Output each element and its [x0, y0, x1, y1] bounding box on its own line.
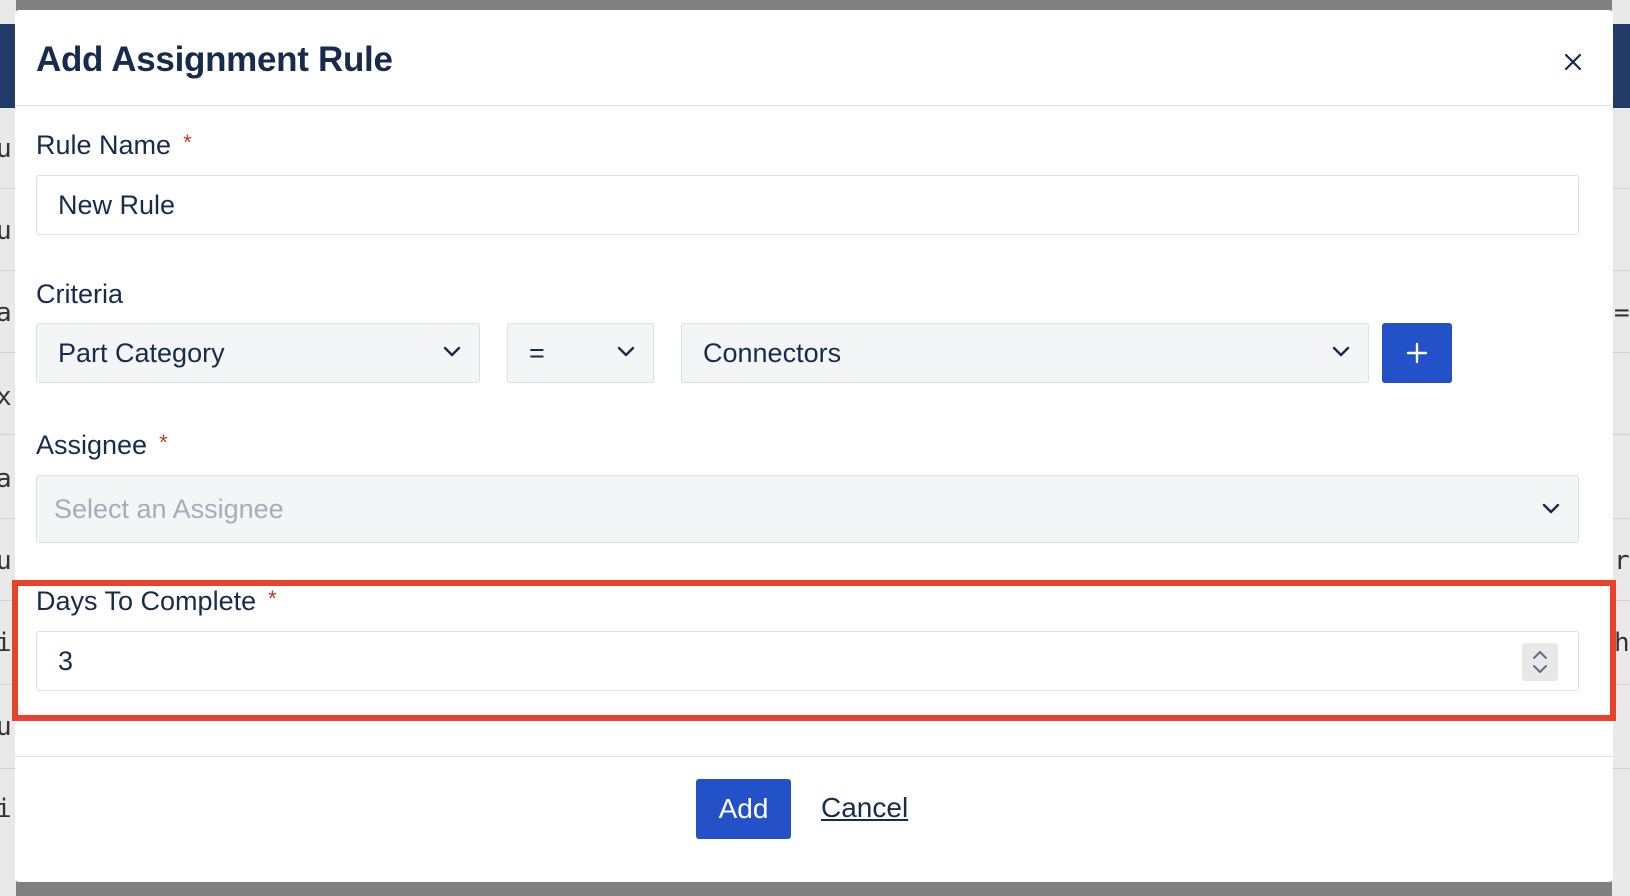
- rule-name-label-text: Rule Name: [36, 130, 172, 160]
- add-criteria-button[interactable]: [1382, 323, 1452, 383]
- chevron-down-icon: [617, 346, 635, 357]
- background-text: =: [1614, 298, 1630, 328]
- cancel-link[interactable]: Cancel: [821, 792, 908, 824]
- background-text: u: [0, 712, 12, 742]
- criteria-field-value: Part Category: [58, 337, 225, 368]
- close-icon[interactable]: [1561, 50, 1585, 74]
- chevron-down-icon: [1542, 503, 1560, 514]
- background-text: r: [1614, 546, 1630, 576]
- required-marker: *: [183, 130, 192, 155]
- days-to-complete-value: 3: [58, 645, 74, 676]
- number-stepper[interactable]: [1522, 643, 1558, 681]
- assignee-placeholder: Select an Assignee: [54, 493, 284, 524]
- add-assignment-rule-dialog: Add Assignment Rule Rule Name * New Rule …: [12, 10, 1616, 882]
- assignee-select[interactable]: Select an Assignee: [36, 475, 1579, 543]
- assignee-label: Assignee *: [36, 430, 168, 461]
- background-text: u: [0, 134, 12, 164]
- criteria-operator-select[interactable]: =: [507, 323, 654, 383]
- criteria-operator-value: =: [529, 337, 545, 368]
- criteria-label: Criteria: [36, 279, 124, 309]
- modal-footer: Add Cancel: [15, 756, 1613, 882]
- days-to-complete-label-text: Days To Complete: [36, 586, 257, 616]
- plus-icon: [1406, 342, 1428, 364]
- modal-title: Add Assignment Rule: [36, 40, 393, 79]
- background-text: x: [0, 382, 12, 412]
- background-text: h: [1614, 628, 1630, 658]
- chevron-down-icon: [443, 346, 461, 357]
- required-marker: *: [268, 586, 277, 611]
- rule-name-value: New Rule: [58, 189, 176, 220]
- background-text: i: [0, 794, 12, 824]
- background-header: [0, 24, 16, 108]
- background-page-right: = r h: [1612, 0, 1630, 896]
- background-text: a: [0, 464, 12, 494]
- criteria-value-select[interactable]: Connectors: [681, 323, 1369, 383]
- chevron-down-icon: [1332, 346, 1350, 357]
- required-marker: *: [159, 430, 168, 455]
- background-page-left: u u a x a u i u i: [0, 0, 16, 896]
- days-to-complete-label: Days To Complete *: [36, 586, 277, 617]
- days-to-complete-input[interactable]: 3: [36, 631, 1579, 691]
- criteria-value-text: Connectors: [703, 337, 842, 368]
- background-text: u: [0, 546, 12, 576]
- stepper-arrows-icon: [1533, 651, 1547, 673]
- modal-header: Add Assignment Rule: [15, 10, 1613, 106]
- add-button[interactable]: Add: [696, 779, 791, 839]
- rule-name-label: Rule Name *: [36, 130, 192, 161]
- background-text: i: [0, 628, 12, 658]
- background-text: a: [0, 298, 12, 328]
- rule-name-input[interactable]: New Rule: [36, 175, 1579, 235]
- background-header: [1612, 24, 1630, 108]
- background-text: u: [0, 216, 12, 246]
- criteria-field-select[interactable]: Part Category: [36, 323, 480, 383]
- assignee-label-text: Assignee: [36, 430, 148, 460]
